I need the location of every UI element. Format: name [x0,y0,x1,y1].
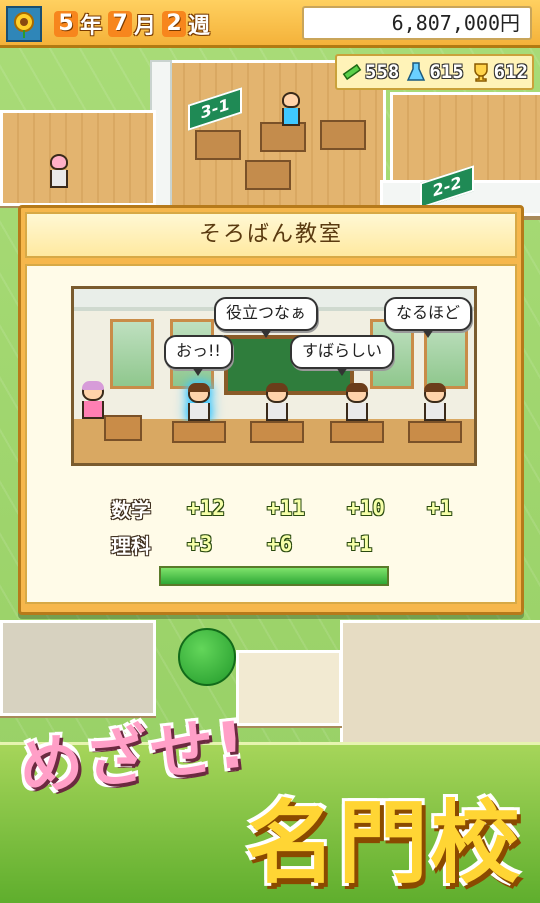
flask-icon [405,61,427,83]
student-character[interactable] [50,154,68,188]
classroom-lab[interactable] [340,620,540,746]
window [110,319,154,389]
progress-bar [159,566,389,586]
student-character [346,383,368,423]
progress-fill [161,568,387,584]
stat-study: 558 [341,61,399,83]
result-row-math: 数学 +12 +11 +10 +1 [111,490,511,526]
top-status-bar: 5 年 7 月 2 週 6,807,000円 [0,0,540,48]
student-desk [408,421,462,443]
desk [320,120,366,150]
money-display: 6,807,000円 [302,6,532,40]
dialog-title: そろばん教室 [25,212,517,258]
stat-gain: +1 [427,496,453,520]
stat-gain: +6 [267,532,293,556]
student-desk [330,421,384,443]
desk [245,160,291,190]
year-unit: 年 [80,14,103,39]
stat-gain: +3 [187,532,213,556]
desk [195,130,241,160]
stat-science-value: 615 [429,61,464,83]
speech-bubble: なるほど [384,297,473,338]
month-unit: 月 [134,14,157,39]
speech-bubble: すばらしい [290,335,395,376]
event-dialog[interactable]: そろばん教室 役立つなぁ なるほど おっ!! すばらしい 数学 +12 +11 … [18,205,524,615]
trophy-icon [470,61,492,83]
hallway-stairs[interactable] [0,110,156,206]
year-value: 5 [54,11,78,37]
stat-sports-value: 612 [493,61,528,83]
speech-bubble: 役立つなぁ [214,297,319,338]
stat-gain: +12 [187,496,225,520]
stat-gain: +10 [347,496,385,520]
courtyard[interactable] [236,650,342,726]
stat-science: 615 [405,61,464,83]
desk [260,122,306,152]
classroom-scene: 役立つなぁ なるほど おっ!! すばらしい [71,286,477,466]
stat-study-value: 558 [365,61,400,83]
library-room[interactable] [0,620,156,716]
tree [178,628,236,686]
student-character [424,383,446,423]
month-value: 7 [108,11,133,37]
week-unit: 週 [188,14,211,39]
dialog-body: 役立つなぁ なるほど おっ!! すばらしい 数学 +12 +11 +10 +1 … [25,264,517,604]
subject-label: 理科 [111,533,151,558]
pencil-icon [341,61,363,83]
teacher-character [82,381,104,421]
game-date: 5 年 7 月 2 週 [54,9,214,39]
student-desk [250,421,304,443]
student-character [188,383,210,423]
student-character [266,383,288,423]
result-row-science: 理科 +3 +6 +1 [111,526,511,562]
week-value: 2 [162,11,187,37]
subject-label: 数学 [111,497,151,522]
stat-gain: +1 [347,532,373,556]
speech-bubble: おっ!! [164,335,233,376]
catchphrase-line2: 名門校 [246,791,522,896]
student-desk [172,421,226,443]
school-stats: 558 615 612 [335,54,534,90]
stat-gain: +11 [267,496,305,520]
teacher-desk [104,415,142,441]
stat-sports: 612 [470,61,528,83]
sunflower-icon[interactable] [6,6,42,42]
student-character[interactable] [282,92,300,126]
stat-results: 数学 +12 +11 +10 +1 理科 +3 +6 +1 [111,490,511,562]
